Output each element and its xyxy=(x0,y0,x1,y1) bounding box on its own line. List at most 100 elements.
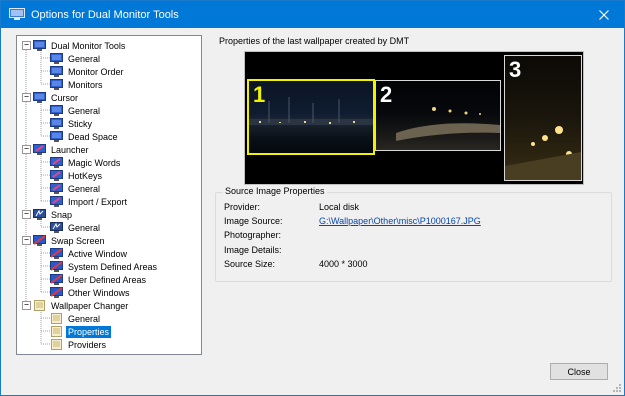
options-tree[interactable]: − Dual Monitor Tools General Monitor Order M… xyxy=(16,35,202,355)
tree-item-wallpaper-general[interactable]: General xyxy=(50,312,102,325)
tree-expander-swap[interactable]: − xyxy=(22,236,31,245)
window-close-button[interactable] xyxy=(584,1,624,28)
tree-expander-snap[interactable]: − xyxy=(22,210,31,219)
tree-node-label: Dual Monitor Tools xyxy=(51,40,126,51)
tree-item-swap-system-defined-areas[interactable]: System Defined Areas xyxy=(50,260,159,273)
tree-node-snap[interactable]: Snap xyxy=(33,208,74,221)
tree-node-label: Cursor xyxy=(51,92,79,103)
monitor-page-icon xyxy=(50,53,63,64)
tree-item-wallpaper-properties[interactable]: Properties xyxy=(50,325,112,338)
tree-item-label: General xyxy=(68,313,101,324)
tree-expander-cursor[interactable]: − xyxy=(22,93,31,102)
launcher-page-icon xyxy=(50,196,63,207)
monitor-number: 2 xyxy=(380,82,393,107)
resize-grip-icon[interactable] xyxy=(613,384,622,393)
tree-item-launcher-general[interactable]: General xyxy=(50,182,102,195)
window-title: Options for Dual Monitor Tools xyxy=(31,9,179,21)
tree-item-launcher-magic-words[interactable]: Magic Words xyxy=(50,156,122,169)
launcher-page-icon xyxy=(50,170,63,181)
tree-node-wallpaper[interactable]: Wallpaper Changer xyxy=(33,299,130,312)
tree-expander-dmt[interactable]: − xyxy=(22,41,31,50)
monitor-3-preview: 3 xyxy=(504,55,582,181)
tree-item-label: Sticky xyxy=(68,118,93,129)
monitor-page-icon xyxy=(50,105,63,116)
provider-label: Provider: xyxy=(224,202,261,212)
launcher-page-icon xyxy=(50,157,63,168)
image-source-link[interactable]: G:\Wallpaper\Other\misc\P1000167.JPG xyxy=(319,216,481,226)
monitor-1-preview: 1 xyxy=(247,79,375,155)
tree-item-label: Properties xyxy=(66,325,112,338)
options-window: Options for Dual Monitor Tools − Dual Mon… xyxy=(0,0,625,396)
dmt-monitor-icon xyxy=(33,40,46,51)
close-button[interactable]: Close xyxy=(550,363,608,380)
monitor-number: 3 xyxy=(509,57,522,82)
tree-item-label: General xyxy=(68,222,101,233)
tree-expander-wallpaper[interactable]: − xyxy=(22,301,31,310)
tree-item-dmt-general[interactable]: General xyxy=(50,52,102,65)
swap-page-icon xyxy=(50,274,63,285)
title-bar[interactable]: Options for Dual Monitor Tools xyxy=(1,1,624,28)
tree-node-label: Snap xyxy=(51,209,73,220)
tree-item-label: General xyxy=(68,105,101,116)
tree-item-label: General xyxy=(68,53,101,64)
monitor-page-icon xyxy=(50,66,63,77)
tree-item-label: Dead Space xyxy=(68,131,118,142)
app-monitor-icon xyxy=(9,8,25,20)
tree-node-launcher[interactable]: Launcher xyxy=(33,143,91,156)
tree-item-label: Magic Words xyxy=(68,157,121,168)
tree-item-launcher-hotkeys[interactable]: HotKeys xyxy=(50,169,104,182)
close-icon xyxy=(599,9,609,20)
monitor-page-icon xyxy=(50,79,63,90)
swap-page-icon xyxy=(50,287,63,298)
launcher-page-icon xyxy=(50,183,63,194)
group-title: Source Image Properties xyxy=(223,186,327,196)
tree-expander-launcher[interactable]: − xyxy=(22,145,31,154)
tree-item-label: Other Windows xyxy=(68,287,130,298)
tree-item-cursor-general[interactable]: General xyxy=(50,104,102,117)
tree-item-cursor-sticky[interactable]: Sticky xyxy=(50,117,94,130)
tree-item-label: User Defined Areas xyxy=(68,274,147,285)
tree-item-label: Active Window xyxy=(68,248,128,259)
tree-node-cursor[interactable]: Cursor xyxy=(33,91,80,104)
wallpaper-changer-icon xyxy=(33,300,46,311)
panel-title: Properties of the last wallpaper created… xyxy=(219,36,410,46)
monitor-page-icon xyxy=(50,118,63,129)
tree-item-swap-user-defined-areas[interactable]: User Defined Areas xyxy=(50,273,148,286)
wallpaper-page-icon xyxy=(50,313,63,324)
tree-item-cursor-dead-space[interactable]: Dead Space xyxy=(50,130,120,143)
tree-item-snap-general[interactable]: General xyxy=(50,221,102,234)
tree-node-label: Wallpaper Changer xyxy=(51,300,129,311)
source-size-label: Source Size: xyxy=(224,259,276,269)
swap-page-icon xyxy=(50,248,63,259)
tree-item-dmt-monitors[interactable]: Monitors xyxy=(50,78,105,91)
swap-page-icon xyxy=(50,261,63,272)
photographer-label: Photographer: xyxy=(224,230,282,240)
tree-item-label: Providers xyxy=(68,339,107,350)
provider-value: Local disk xyxy=(319,202,360,212)
tree-item-launcher-import-export[interactable]: Import / Export xyxy=(50,195,129,208)
wallpaper-page-icon xyxy=(50,339,63,350)
monitor-page-icon xyxy=(50,131,63,142)
tree-item-label: System Defined Areas xyxy=(68,261,158,272)
harbor-scene-image xyxy=(249,97,373,125)
tree-item-label: HotKeys xyxy=(68,170,103,181)
image-source-label: Image Source: xyxy=(224,216,283,226)
tree-item-label: General xyxy=(68,183,101,194)
tree-node-label: Swap Screen xyxy=(51,235,105,246)
image-details-label: Image Details: xyxy=(224,245,282,255)
tree-item-dmt-monitor-order[interactable]: Monitor Order xyxy=(50,65,126,78)
tree-node-label: Launcher xyxy=(51,144,89,155)
tree-item-label: Monitor Order xyxy=(68,66,124,77)
tree-item-label: Monitors xyxy=(68,79,103,90)
snap-page-icon xyxy=(50,222,63,233)
monitor-2-preview: 2 xyxy=(375,80,501,151)
tree-node-swap[interactable]: Swap Screen xyxy=(33,234,107,247)
source-size-value: 4000 * 3000 xyxy=(319,259,368,269)
tree-item-swap-other-windows[interactable]: Other Windows xyxy=(50,286,132,299)
tree-item-wallpaper-providers[interactable]: Providers xyxy=(50,338,108,351)
wallpaper-page-icon xyxy=(50,326,63,337)
tree-node-dmt[interactable]: Dual Monitor Tools xyxy=(33,39,127,52)
tree-item-label: Import / Export xyxy=(68,196,128,207)
tree-item-swap-active-window[interactable]: Active Window xyxy=(50,247,129,260)
snap-icon xyxy=(33,209,46,220)
